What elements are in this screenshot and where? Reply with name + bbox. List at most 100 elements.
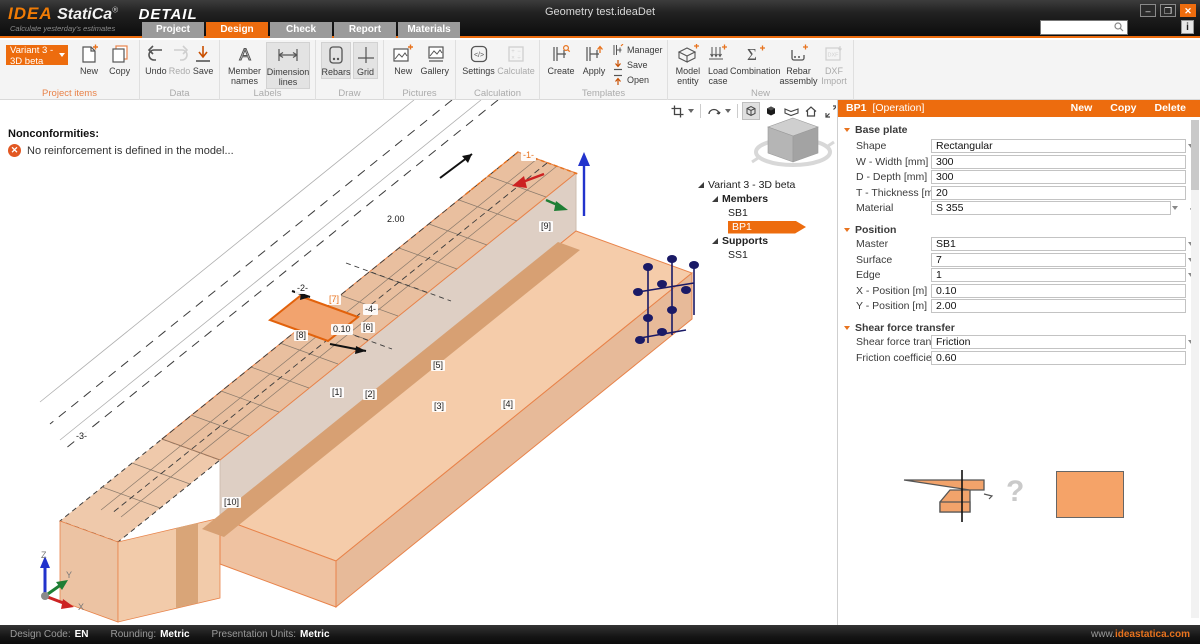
tree-item-ss1[interactable]: SS1 bbox=[698, 248, 832, 262]
group-label-project-items: Project items bbox=[0, 88, 139, 99]
tab-project[interactable]: Project bbox=[142, 22, 204, 38]
panel-scrollbar[interactable] bbox=[1191, 120, 1199, 618]
rebars-toggle[interactable]: Rebars bbox=[321, 42, 351, 79]
tab-materials[interactable]: Materials bbox=[398, 22, 460, 38]
search-input[interactable] bbox=[1040, 20, 1128, 35]
thickness-input[interactable] bbox=[931, 186, 1186, 200]
operation-new-button[interactable]: New bbox=[1071, 100, 1093, 117]
maximize-button[interactable]: ❐ bbox=[1160, 4, 1176, 17]
tree-item-variant[interactable]: Variant 3 - 3D beta bbox=[698, 178, 832, 192]
ribbon-group-draw: Rebars Grid Draw bbox=[316, 40, 384, 100]
grid-toggle[interactable]: Grid bbox=[353, 42, 378, 79]
template-apply-button[interactable]: Apply bbox=[579, 42, 609, 77]
wireframe-view-button[interactable] bbox=[742, 102, 760, 120]
nonconformities-message[interactable]: No reinforcement is defined in the model… bbox=[27, 145, 234, 157]
material-select[interactable]: S 355 bbox=[931, 201, 1171, 215]
tree-item-supports[interactable]: Supports bbox=[698, 234, 832, 248]
expander-icon[interactable] bbox=[712, 238, 718, 244]
scrollbar-thumb[interactable] bbox=[1191, 120, 1199, 190]
variant-selector[interactable]: Variant 3 - 3D beta bbox=[6, 45, 68, 65]
fullscreen-button[interactable] bbox=[822, 102, 836, 120]
depth-input[interactable] bbox=[931, 170, 1186, 184]
settings-code-icon: </> bbox=[469, 42, 489, 66]
template-create-button[interactable]: Create bbox=[545, 42, 577, 77]
new-rebar-assembly-button[interactable]: Rebar assembly bbox=[779, 42, 818, 87]
row-thickness: T - Thickness [mm] bbox=[838, 186, 1200, 202]
section-view-button[interactable] bbox=[782, 102, 800, 120]
new-project-item-button[interactable]: New bbox=[75, 42, 104, 77]
tree-item-members[interactable]: Members bbox=[698, 192, 832, 206]
ribbon-group-calculation: </> Settings +−×÷ Calculate Calculation bbox=[456, 40, 540, 100]
row-master: Master SB1 bbox=[838, 237, 1200, 253]
redo-button[interactable]: Redo bbox=[169, 42, 191, 77]
calculator-icon: +−×÷ bbox=[506, 42, 526, 66]
surface-select[interactable]: 7 bbox=[931, 253, 1186, 267]
home-view-button[interactable] bbox=[802, 102, 820, 120]
new-model-entity-button[interactable]: Model entity bbox=[673, 42, 703, 87]
x-position-input[interactable] bbox=[931, 284, 1186, 298]
template-manager-button[interactable]: Manager bbox=[612, 42, 663, 57]
calculate-button[interactable]: +−×÷ Calculate bbox=[498, 42, 534, 77]
tree-item-bp1-selected[interactable]: BP1 bbox=[698, 220, 832, 234]
master-select[interactable]: SB1 bbox=[931, 237, 1186, 251]
tab-check[interactable]: Check bbox=[270, 22, 332, 38]
orbit-tool-dropdown[interactable] bbox=[725, 102, 733, 120]
ribbon-group-labels: A Member names Dimension lines Labels bbox=[220, 40, 316, 100]
axis-label-1: -1- bbox=[521, 150, 536, 161]
question-mark: ? bbox=[1006, 475, 1024, 509]
ribbon-tabs: Project Design Check Report Materials bbox=[142, 22, 460, 38]
edge-select[interactable]: 1 bbox=[931, 268, 1186, 282]
group-label-draw: Draw bbox=[316, 88, 383, 99]
undo-button[interactable]: Undo bbox=[145, 42, 167, 77]
member-names-toggle[interactable]: A Member names bbox=[225, 42, 264, 87]
units-value: Metric bbox=[300, 629, 329, 640]
template-save-button[interactable]: Save bbox=[612, 57, 663, 72]
group-label-labels: Labels bbox=[220, 88, 315, 99]
tab-design[interactable]: Design bbox=[206, 22, 268, 38]
orbit-tool-button[interactable] bbox=[705, 102, 723, 120]
operation-delete-button[interactable]: Delete bbox=[1154, 100, 1186, 117]
new-combination-button[interactable]: Σ Combination bbox=[733, 42, 777, 77]
section-shear-force-transfer[interactable]: Shear force transfer bbox=[844, 320, 955, 335]
width-input[interactable] bbox=[931, 155, 1186, 169]
gallery-button[interactable]: Gallery bbox=[420, 42, 450, 77]
section-position[interactable]: Position bbox=[844, 222, 896, 237]
dxf-import-button[interactable]: DXF DXF Import bbox=[820, 42, 848, 87]
website-link[interactable]: www.ideastatica.com bbox=[1091, 629, 1190, 640]
close-button[interactable]: ✕ bbox=[1180, 4, 1196, 17]
tab-report[interactable]: Report bbox=[334, 22, 396, 38]
dimension-lines-toggle[interactable]: Dimension lines bbox=[266, 42, 310, 89]
navigation-cube[interactable] bbox=[752, 118, 834, 165]
svg-text:−: − bbox=[517, 49, 521, 55]
expander-icon[interactable] bbox=[712, 196, 718, 202]
minimize-button[interactable]: – bbox=[1140, 4, 1156, 17]
clipping-tool-dropdown[interactable] bbox=[688, 102, 696, 120]
solid-view-button[interactable] bbox=[762, 102, 780, 120]
title-bar: IDEA StatiCa® DETAIL Calculate yesterday… bbox=[0, 0, 1200, 38]
save-button[interactable]: Save bbox=[192, 42, 214, 77]
axis-triad: Z Y X bbox=[18, 548, 98, 619]
new-load-case-button[interactable]: Load case bbox=[705, 42, 731, 87]
panel-title: BP1 bbox=[846, 102, 866, 114]
tree-item-sb1[interactable]: SB1 bbox=[698, 206, 832, 220]
clipping-tool-button[interactable] bbox=[668, 102, 686, 120]
surface-label-5: [5] bbox=[431, 360, 445, 371]
shape-select[interactable]: Rectangular bbox=[931, 139, 1186, 153]
expander-icon[interactable] bbox=[698, 182, 704, 188]
triad-label-x: X bbox=[78, 602, 84, 612]
new-picture-button[interactable]: New bbox=[389, 42, 418, 77]
redo-icon bbox=[170, 42, 190, 66]
model-viewport[interactable]: Nonconformities: ✕ No reinforcement is d… bbox=[0, 100, 836, 625]
shear-transfer-select[interactable]: Friction bbox=[931, 335, 1186, 349]
section-base-plate[interactable]: Base plate bbox=[844, 122, 908, 137]
y-position-input[interactable] bbox=[931, 299, 1186, 313]
copy-project-item-button[interactable]: Copy bbox=[105, 42, 134, 77]
operation-copy-button[interactable]: Copy bbox=[1110, 100, 1136, 117]
surface-label-9: [9] bbox=[539, 221, 553, 232]
settings-button[interactable]: </> Settings bbox=[461, 42, 496, 77]
surface-label-10: [10] bbox=[222, 497, 241, 508]
info-button[interactable]: i bbox=[1181, 20, 1194, 34]
template-open-button[interactable]: Open bbox=[612, 72, 663, 87]
friction-coefficient-input[interactable] bbox=[931, 351, 1186, 365]
model-entity-box-icon bbox=[676, 42, 700, 66]
